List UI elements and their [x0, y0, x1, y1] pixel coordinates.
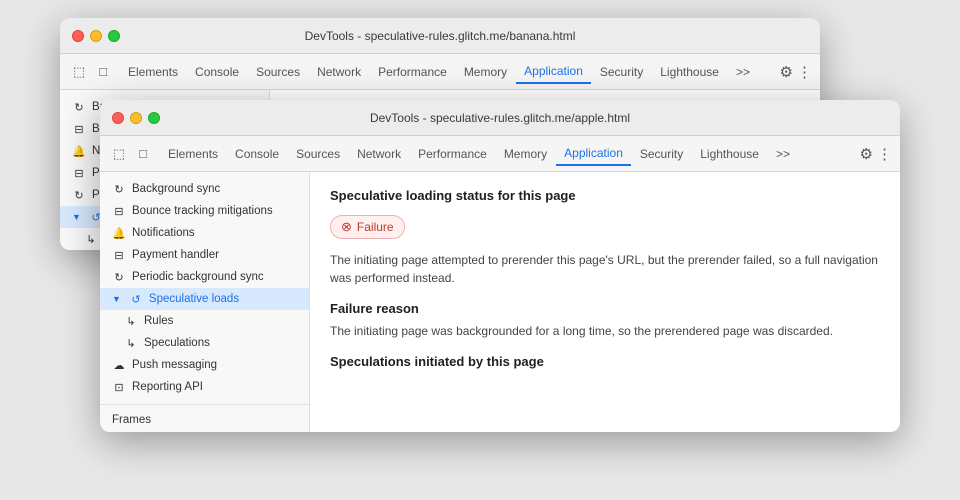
- tab-elements-front[interactable]: Elements: [160, 143, 226, 165]
- titlebar-front: DevTools - speculative-rules.glitch.me/a…: [100, 100, 900, 136]
- window-title-back: DevTools - speculative-rules.glitch.me/b…: [305, 29, 576, 43]
- traffic-lights-back[interactable]: [72, 30, 120, 42]
- titlebar-back: DevTools - speculative-rules.glitch.me/b…: [60, 18, 820, 54]
- periodic-icon-back: ↻: [72, 188, 86, 202]
- toolbar-tabs-back: Elements Console Sources Network Perform…: [116, 60, 778, 84]
- sidebar-label-bg-sync-front: Background sync: [132, 183, 220, 195]
- failure-intro-text: The initiating page attempted to prerend…: [330, 251, 880, 287]
- sidebar-label-speculative-front: Speculative loads: [149, 293, 239, 305]
- inspect-icon-front[interactable]: ⬚: [108, 143, 130, 165]
- periodic-icon-front: ↻: [112, 270, 126, 284]
- toolbar-back: ⬚ □ Elements Console Sources Network Per…: [60, 54, 820, 90]
- window-title-front: DevTools - speculative-rules.glitch.me/a…: [370, 111, 630, 125]
- toolbar-right-back: ⚙ ⋮: [780, 63, 812, 81]
- devtools-window-front: DevTools - speculative-rules.glitch.me/a…: [100, 100, 900, 432]
- tab-console-back[interactable]: Console: [187, 61, 247, 83]
- sidebar-label-speculations-front: Speculations: [144, 337, 210, 349]
- payment-icon-front: ⊟: [112, 248, 126, 262]
- failure-reason-text: The initiating page was backgrounded for…: [330, 322, 880, 340]
- maximize-button-back[interactable]: [108, 30, 120, 42]
- toolbar-tabs-front: Elements Console Sources Network Perform…: [156, 142, 858, 166]
- tab-lighthouse-back[interactable]: Lighthouse: [652, 61, 727, 83]
- maximize-button-front[interactable]: [148, 112, 160, 124]
- sidebar-label-bounce-front: Bounce tracking mitigations: [132, 205, 273, 217]
- failure-reason-heading: Failure reason: [330, 301, 880, 316]
- speculations-heading: Speculations initiated by this page: [330, 354, 880, 369]
- tab-memory-front[interactable]: Memory: [496, 143, 555, 165]
- sidebar-label-payment-front: Payment handler: [132, 249, 219, 261]
- sidebar-item-speculative-front[interactable]: ▼ ↺ Speculative loads: [100, 288, 309, 310]
- tab-more-front[interactable]: >>: [768, 143, 798, 165]
- tab-security-back[interactable]: Security: [592, 61, 651, 83]
- tab-console-front[interactable]: Console: [227, 143, 287, 165]
- payment-icon-back: ⊟: [72, 166, 86, 180]
- push-icon-front: ☁: [112, 358, 126, 372]
- section-title-front: Speculative loading status for this page: [330, 188, 880, 203]
- inspect-icon-back[interactable]: ⬚: [68, 61, 90, 83]
- rules-icon-back: ↳: [84, 232, 98, 246]
- speculative-icon-front: ↺: [129, 292, 143, 306]
- failure-icon: ⊗: [341, 219, 352, 235]
- expand-icon-speculative-back: ▼: [72, 212, 81, 222]
- tab-lighthouse-front[interactable]: Lighthouse: [692, 143, 767, 165]
- minimize-button-back[interactable]: [90, 30, 102, 42]
- traffic-lights-front[interactable]: [112, 112, 160, 124]
- sidebar-item-notifications-front[interactable]: 🔔 Notifications: [100, 222, 309, 244]
- sidebar-item-frames[interactable]: Frames: [100, 409, 309, 431]
- tab-network-back[interactable]: Network: [309, 61, 369, 83]
- tab-performance-back[interactable]: Performance: [370, 61, 455, 83]
- expand-icon-speculative-front: ▼: [112, 294, 121, 304]
- sidebar-item-payment-front[interactable]: ⊟ Payment handler: [100, 244, 309, 266]
- main-content-front: ↻ Background sync ⊟ Bounce tracking miti…: [100, 172, 900, 432]
- tab-application-back[interactable]: Application: [516, 60, 591, 84]
- tab-elements-back[interactable]: Elements: [120, 61, 186, 83]
- sidebar-label-reporting-front: Reporting API: [132, 381, 203, 393]
- tab-network-front[interactable]: Network: [349, 143, 409, 165]
- device-icon-back[interactable]: □: [92, 61, 114, 83]
- more-icon-front[interactable]: ⋮: [877, 145, 892, 163]
- tab-application-front[interactable]: Application: [556, 142, 631, 166]
- rules-icon-front: ↳: [124, 314, 138, 328]
- sidebar-item-bounce-front[interactable]: ⊟ Bounce tracking mitigations: [100, 200, 309, 222]
- more-icon-back[interactable]: ⋮: [797, 63, 812, 81]
- close-button-back[interactable]: [72, 30, 84, 42]
- notifications-icon-front: 🔔: [112, 226, 126, 240]
- sidebar-label-periodic-front: Periodic background sync: [132, 271, 264, 283]
- toolbar-front: ⬚ □ Elements Console Sources Network Per…: [100, 136, 900, 172]
- tab-security-front[interactable]: Security: [632, 143, 691, 165]
- bg-sync-icon-front: ↻: [112, 182, 126, 196]
- device-icon-front[interactable]: □: [132, 143, 154, 165]
- sidebar-item-periodic-front[interactable]: ↻ Periodic background sync: [100, 266, 309, 288]
- settings-icon-back[interactable]: ⚙: [780, 63, 793, 81]
- sidebar-item-rules-front[interactable]: ↳ Rules: [100, 310, 309, 332]
- sidebar-label-rules-front: Rules: [144, 315, 173, 327]
- speculations-icon-front: ↳: [124, 336, 138, 350]
- settings-icon-front[interactable]: ⚙: [860, 145, 873, 163]
- reporting-icon-front: ⊡: [112, 380, 126, 394]
- sidebar-label-push-front: Push messaging: [132, 359, 217, 371]
- tab-performance-front[interactable]: Performance: [410, 143, 495, 165]
- tab-more-back[interactable]: >>: [728, 61, 758, 83]
- bg-sync-icon-back: ↻: [72, 100, 86, 114]
- notifications-icon-back: 🔔: [72, 144, 86, 158]
- status-badge-failure: ⊗ Failure: [330, 215, 405, 239]
- sidebar-item-reporting-front[interactable]: ⊡ Reporting API: [100, 376, 309, 398]
- sidebar-item-push-front[interactable]: ☁ Push messaging: [100, 354, 309, 376]
- failure-label: Failure: [357, 220, 394, 234]
- sidebar-item-bg-sync-front[interactable]: ↻ Background sync: [100, 178, 309, 200]
- bounce-icon-front: ⊟: [112, 204, 126, 218]
- sidebar-label-notifications-front: Notifications: [132, 227, 195, 239]
- tab-memory-back[interactable]: Memory: [456, 61, 515, 83]
- sidebar-front: ↻ Background sync ⊟ Bounce tracking miti…: [100, 172, 310, 432]
- sidebar-item-speculations-front[interactable]: ↳ Speculations: [100, 332, 309, 354]
- content-panel-front: Speculative loading status for this page…: [310, 172, 900, 432]
- toolbar-right-front: ⚙ ⋮: [860, 145, 892, 163]
- minimize-button-front[interactable]: [130, 112, 142, 124]
- frames-label: Frames: [112, 414, 151, 426]
- tab-sources-front[interactable]: Sources: [288, 143, 348, 165]
- tab-sources-back[interactable]: Sources: [248, 61, 308, 83]
- close-button-front[interactable]: [112, 112, 124, 124]
- bounce-icon-back: ⊟: [72, 122, 86, 136]
